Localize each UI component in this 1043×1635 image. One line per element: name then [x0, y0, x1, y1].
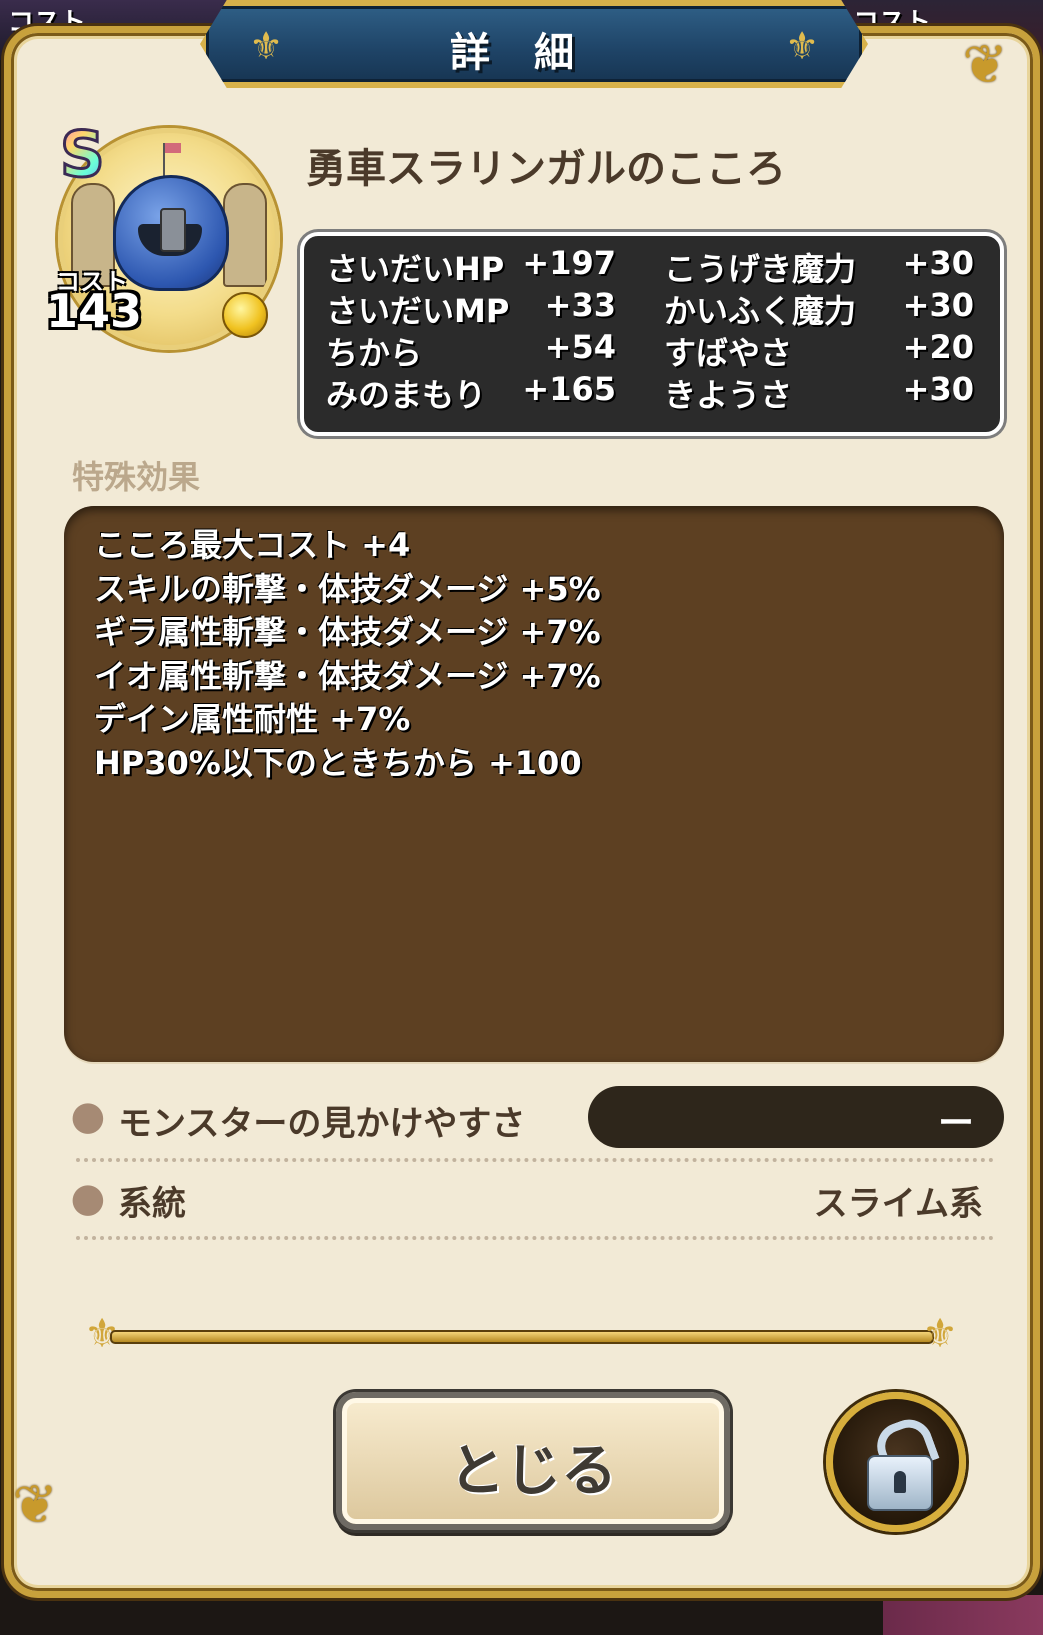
cost-value: 143 — [46, 284, 143, 338]
monster-name: 勇車スラリンガルのこころ — [306, 146, 786, 192]
portrait-tank-cannon — [160, 208, 186, 252]
stat-value-max-mp: +33 — [544, 286, 616, 324]
gold-coin-icon — [222, 292, 268, 338]
lock-toggle-button[interactable] — [826, 1392, 966, 1532]
slime-drop-icon: ● — [70, 1175, 106, 1221]
stat-value-attack-magic: +30 — [902, 244, 974, 282]
portrait-flag — [165, 143, 181, 153]
stat-value-heal-magic: +30 — [902, 286, 974, 324]
stat-label-dexterity: きようさ — [664, 376, 793, 414]
type-label: 系統 — [118, 1184, 186, 1224]
stat-label-strength: ちから — [326, 334, 423, 372]
effect-item: デイン属性耐性 +7% — [94, 700, 411, 738]
visibility-value: ー — [937, 1103, 974, 1144]
stat-value-strength: +54 — [544, 328, 616, 366]
stat-label-heal-magic: かいふく魔力 — [664, 292, 857, 330]
padlock-body — [867, 1455, 933, 1511]
portrait-slime-tank — [113, 175, 229, 291]
stat-value-dexterity: +30 — [902, 370, 974, 408]
type-value: スライム系 — [813, 1184, 983, 1224]
special-effects-heading: 特殊効果 — [72, 458, 201, 496]
effect-item: HP30%以下のときちから +100 — [94, 743, 582, 782]
background-bottom-accent — [883, 1595, 1043, 1635]
effect-item: ギラ属性斬撃・体技ダメージ +7% — [94, 613, 601, 651]
dialog-title: 詳細 — [450, 30, 618, 76]
corner-ornament-top-right: ❦ — [962, 33, 1008, 96]
visibility-label: モンスターの見かけやすさ — [118, 1104, 526, 1144]
stat-label-defense: みのまもり — [326, 376, 487, 414]
visibility-value-box: ー — [588, 1086, 1004, 1148]
portrait-tower-right — [223, 183, 267, 287]
stat-value-max-hp: +197 — [522, 244, 616, 282]
close-button[interactable]: とじる — [336, 1392, 730, 1530]
effect-item: イオ属性斬撃・体技ダメージ +7% — [94, 656, 601, 695]
ornamental-divider — [110, 1330, 934, 1344]
keyhole — [894, 1471, 906, 1493]
rank-badge: S — [59, 117, 107, 193]
stat-label-agility: すばやさ — [664, 334, 793, 372]
stat-label-attack-magic: こうげき魔力 — [664, 250, 857, 288]
dotted-divider — [76, 1158, 994, 1162]
stat-label-max-hp: さいだいHP — [326, 250, 505, 288]
dialog-title-bar: ⚜ 詳細 ⚜ — [200, 0, 868, 88]
stat-value-defense: +165 — [522, 370, 616, 408]
stat-label-max-mp: さいだいMP — [326, 292, 510, 330]
effect-item: スキルの斬撃・体技ダメージ +5% — [94, 569, 601, 608]
special-effects-list: こころ最大コスト +4 スキルの斬撃・体技ダメージ +5% ギラ属性斬撃・体技ダ… — [64, 506, 1004, 1062]
slime-drop-icon: ● — [70, 1093, 106, 1139]
stats-panel: さいだいHP +197 さいだいMP +33 ちから +54 みのまもり +16… — [300, 232, 1004, 436]
stat-value-agility: +20 — [902, 328, 974, 366]
dotted-divider — [76, 1236, 994, 1240]
corner-ornament-bottom-left: ❦ — [12, 1473, 58, 1536]
close-button-label: とじる — [449, 1439, 617, 1504]
effect-item: こころ最大コスト +4 — [94, 526, 411, 564]
title-fleur-right-icon: ⚜ — [784, 24, 820, 68]
divider-fleur-right-icon: ⚜ — [922, 1311, 958, 1357]
